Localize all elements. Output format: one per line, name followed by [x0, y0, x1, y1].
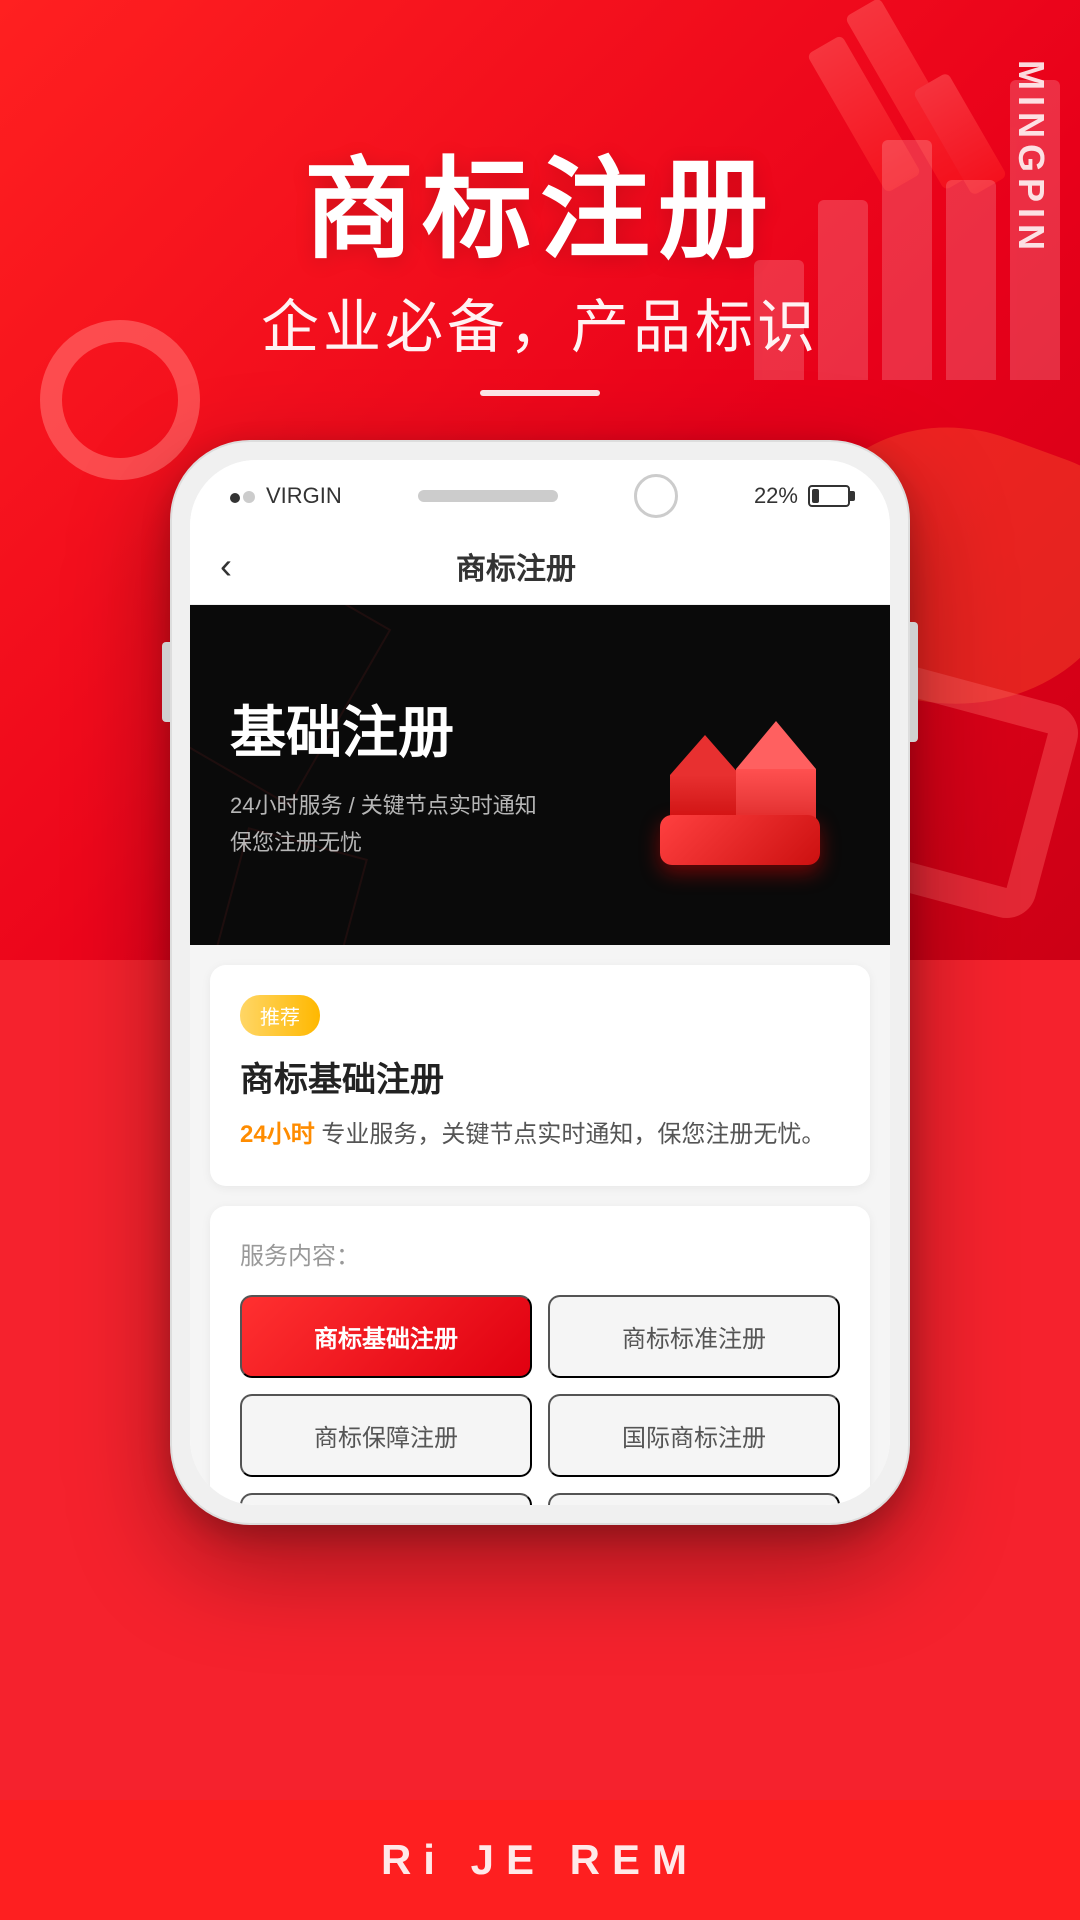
card-badge: 推荐 — [240, 995, 320, 1036]
bottom-bar: Ri JE REM — [0, 1800, 1080, 1920]
house-icon-2 — [736, 721, 816, 821]
status-right: 22% — [754, 483, 850, 509]
banner-title: 基础注册 — [230, 688, 537, 769]
hero-title: 商标注册 — [0, 120, 1080, 280]
back-button[interactable]: ‹ — [220, 545, 252, 587]
service-btn-1[interactable]: 商标标准注册 — [548, 1295, 840, 1378]
banner: 基础注册 24小时服务 / 关键节点实时通知 保您注册无忧 — [190, 605, 890, 945]
service-btn-0[interactable]: 商标基础注册 — [240, 1295, 532, 1378]
service-btn-3[interactable]: 国际商标注册 — [548, 1394, 840, 1477]
main-card: 推荐 商标基础注册 24小时 专业服务，关键节点实时通知，保您注册无忧。 — [210, 965, 870, 1186]
content-area: 推荐 商标基础注册 24小时 专业服务，关键节点实时通知，保您注册无忧。 服务内… — [190, 945, 890, 1505]
service-grid: 商标基础注册 商标标准注册 商标保障注册 国际商标注册 香港商标注册 澳门商标注… — [240, 1295, 840, 1505]
status-notch — [634, 474, 678, 518]
banner-desc-2: 保您注册无忧 — [230, 825, 537, 862]
signal-dots — [230, 483, 258, 509]
hero-subtitle: 企业必备，产品标识 — [0, 280, 1080, 364]
phone-mockup: VIRGIN 22% ‹ 商标注册 — [170, 440, 910, 1525]
bottom-text: Ri JE REM — [381, 1836, 699, 1884]
battery-icon — [808, 485, 850, 507]
house-icon-1 — [670, 735, 740, 825]
service-btn-2[interactable]: 商标保障注册 — [240, 1394, 532, 1477]
service-btn-4[interactable]: 香港商标注册 — [240, 1493, 532, 1505]
nav-title: 商标注册 — [252, 544, 780, 588]
card-title: 商标基础注册 — [240, 1052, 840, 1101]
hero-divider — [480, 390, 600, 396]
card-desc-suffix: 专业服务，关键节点实时通知，保您注册无忧。 — [321, 1121, 825, 1148]
phone-inner-screen: VIRGIN 22% ‹ 商标注册 — [190, 460, 890, 1505]
card-highlight: 24小时 — [240, 1121, 315, 1148]
battery-percent: 22% — [754, 483, 798, 509]
icon-base — [660, 815, 820, 865]
banner-3d-icon — [620, 655, 860, 895]
service-label: 服务内容： — [240, 1236, 840, 1271]
service-card: 服务内容： 商标基础注册 商标标准注册 商标保障注册 国际商标注册 香港商标注册… — [210, 1206, 870, 1505]
banner-text-block: 基础注册 24小时服务 / 关键节点实时通知 保您注册无忧 — [230, 688, 537, 862]
banner-desc-1: 24小时服务 / 关键节点实时通知 — [230, 787, 537, 824]
nav-bar: ‹ 商标注册 — [190, 528, 890, 605]
service-btn-5[interactable]: 澳门商标注册 — [548, 1493, 840, 1505]
card-description: 24小时 专业服务，关键节点实时通知，保您注册无忧。 — [240, 1115, 840, 1156]
status-left: VIRGIN — [230, 483, 342, 509]
carrier-name: VIRGIN — [266, 483, 342, 509]
status-bar: VIRGIN 22% — [190, 460, 890, 528]
phone-content[interactable]: 基础注册 24小时服务 / 关键节点实时通知 保您注册无忧 — [190, 605, 890, 1505]
phone-outer-frame: VIRGIN 22% ‹ 商标注册 — [170, 440, 910, 1525]
status-center-bar — [418, 490, 558, 502]
